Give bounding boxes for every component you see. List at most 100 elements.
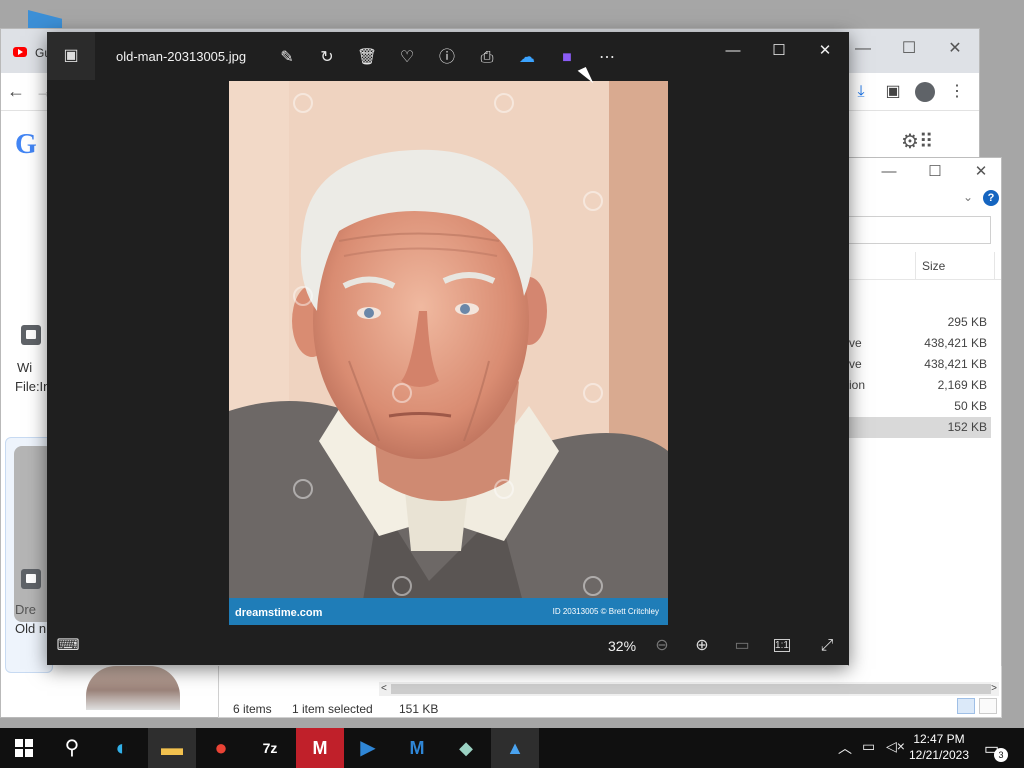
explorer-search-input[interactable] — [849, 216, 991, 244]
large-icons-view-button[interactable] — [979, 698, 997, 714]
file-type: ve — [849, 357, 862, 371]
file-explorer-icon[interactable]: ▬ — [148, 728, 196, 768]
explorer-statusbar: < > 6 items 1 item selected 151 KB — [218, 666, 1002, 718]
notification-badge: 3 — [994, 748, 1008, 762]
edit-icon[interactable]: ✎ — [274, 45, 300, 71]
network-icon[interactable]: ▭ — [862, 738, 875, 755]
7zip-icon[interactable]: 7z — [246, 728, 294, 768]
file-row[interactable]: 50 KB — [849, 396, 991, 417]
file-size: 2,169 KB — [937, 378, 987, 392]
scroll-left-icon[interactable]: < — [381, 682, 387, 696]
chrome-minimize-button[interactable]: — — [843, 35, 883, 63]
app-m-blue-icon[interactable]: M — [393, 728, 441, 768]
old-man-thumbnail[interactable] — [86, 666, 180, 710]
help-icon[interactable]: ? — [983, 190, 999, 206]
explorer-minimize-button[interactable]: — — [869, 160, 909, 184]
explorer-horizontal-scrollbar[interactable]: < > — [379, 682, 999, 696]
zoom-level: 32% — [608, 638, 637, 654]
viewer-filename: old-man-20313005.jpg — [116, 49, 247, 64]
youtube-icon — [13, 47, 27, 57]
info-icon[interactable]: ⓘ — [434, 45, 460, 71]
image-result-card[interactable] — [5, 437, 54, 673]
file-explorer-window: — ☐ ✕ ⌄ ? Size 295 KB ve 438,421 KB ve 4… — [848, 157, 1002, 667]
zoom-in-icon[interactable]: ⊕ — [689, 633, 715, 659]
result-title-text[interactable]: File:In — [15, 379, 50, 394]
clock-date: 12/21/2023 — [908, 748, 970, 762]
more-icon[interactable]: ⋯ — [594, 45, 620, 71]
windows-logo-icon — [15, 739, 33, 757]
file-type: ion — [849, 378, 866, 392]
file-size: 295 KB — [947, 315, 987, 329]
explorer-titlebar: — ☐ ✕ — [849, 158, 1001, 186]
chrome-maximize-button[interactable]: ☐ — [889, 35, 929, 63]
back-arrow-icon[interactable]: ← — [7, 81, 25, 102]
image-icon — [21, 569, 41, 589]
fit-to-window-icon[interactable]: ▭ — [729, 633, 755, 659]
chevron-down-icon[interactable]: ⌄ — [963, 190, 973, 204]
old-man-photo-art: dreamstime.com ID 20313005 © Brett Critc… — [229, 81, 668, 625]
zoom-out-icon[interactable]: ⊖ — [649, 633, 675, 659]
viewer-bottombar: ⌨ 32% ⊖ ⊕ ▭ 1:1 ⤢ — [47, 628, 849, 665]
image-icon — [21, 325, 41, 345]
favorite-icon[interactable]: ♡ — [394, 45, 420, 71]
result-source-text[interactable]: Wi — [17, 360, 32, 375]
file-type: ve — [849, 336, 862, 350]
chevron-up-icon[interactable]: ︿ — [838, 738, 852, 758]
file-row[interactable]: ve 438,421 KB — [849, 354, 991, 375]
edge-icon[interactable]: ◐ — [98, 728, 146, 768]
chrome-menu-icon[interactable]: ⋮ — [947, 82, 967, 102]
photos-viewer-window: ▣ old-man-20313005.jpg ✎ ↻ 🗑 ♡ ⓘ ⎙ ☁ ■ ⋯… — [47, 32, 849, 665]
search-icon[interactable]: ⚲ — [48, 728, 96, 768]
file-size: 438,421 KB — [924, 336, 987, 350]
items-count: 6 items — [233, 702, 272, 716]
onedrive-icon[interactable]: ☁ — [514, 45, 540, 71]
fullscreen-icon[interactable]: ⤢ — [814, 633, 840, 659]
chrome-close-button[interactable]: ✕ — [935, 35, 975, 63]
viewer-titlebar: ▣ old-man-20313005.jpg ✎ ↻ 🗑 ♡ ⓘ ⎙ ☁ ■ ⋯… — [47, 32, 849, 80]
file-size: 438,421 KB — [924, 357, 987, 371]
filmstrip-icon[interactable]: ⌨ — [55, 633, 81, 659]
settings-gear-icon[interactable]: ⚙⠿ — [901, 129, 934, 154]
result-source-text[interactable]: Dre — [15, 602, 36, 617]
explorer-maximize-button[interactable]: ☐ — [915, 160, 955, 184]
photos-icon[interactable]: ▲ — [491, 728, 539, 768]
explorer-close-button[interactable]: ✕ — [961, 160, 1001, 184]
details-view-button[interactable] — [957, 698, 975, 714]
actual-size-icon[interactable]: 1:1 — [769, 633, 795, 659]
result-title-text[interactable]: Old n — [15, 621, 46, 636]
file-row[interactable]: 295 KB — [849, 312, 991, 333]
chrome-icon[interactable]: ● — [197, 728, 245, 768]
profile-avatar[interactable] — [915, 82, 935, 102]
start-button[interactable] — [0, 728, 48, 768]
clipchamp-icon[interactable]: ■ — [554, 45, 580, 71]
explorer-column-header: Size — [849, 252, 1001, 280]
rotate-icon[interactable]: ↻ — [314, 45, 340, 71]
old-man-photo: dreamstime.com ID 20313005 © Brett Critc… — [229, 81, 668, 625]
viewer-maximize-button[interactable]: ☐ — [756, 36, 802, 66]
google-logo[interactable]: G — [15, 129, 37, 161]
viewer-close-button[interactable]: ✕ — [802, 36, 848, 66]
volume-muted-icon[interactable]: ◁× — [886, 738, 905, 755]
selection-count: 1 item selected — [292, 702, 373, 716]
clock[interactable]: 12:47 PM 12/21/2023 — [907, 731, 971, 763]
photo-credit: ID 20313005 © Brett Critchley — [553, 607, 659, 616]
file-row-selected[interactable]: 152 KB — [849, 417, 991, 438]
side-panel-icon[interactable]: ▣ — [883, 82, 903, 102]
scrollbar-thumb[interactable] — [391, 684, 991, 694]
print-icon[interactable]: ⎙ — [474, 45, 500, 71]
app-glass-icon[interactable]: ◆ — [442, 728, 490, 768]
file-row[interactable]: ion 2,169 KB — [849, 375, 991, 396]
delete-icon[interactable]: 🗑 — [354, 45, 380, 71]
gallery-icon[interactable]: ▣ — [47, 32, 95, 80]
scroll-right-icon[interactable]: > — [991, 682, 997, 696]
photo-brand: dreamstime.com — [235, 607, 323, 619]
clock-time: 12:47 PM — [913, 732, 965, 746]
file-row[interactable]: ve 438,421 KB — [849, 333, 991, 354]
viewer-minimize-button[interactable]: — — [710, 36, 756, 66]
download-icon[interactable]: ⤓ — [851, 82, 871, 102]
taskbar: ⚲ ◐ ▬ ● 7z M ▶ M ◆ ▲ ︿ ▭ ◁× 12:47 PM 12/… — [0, 728, 1024, 768]
size-column-header[interactable]: Size — [915, 252, 995, 280]
file-size: 50 KB — [954, 399, 987, 413]
clipchamp-icon[interactable]: ▶ — [344, 728, 392, 768]
app-m-red-icon[interactable]: M — [296, 728, 344, 768]
